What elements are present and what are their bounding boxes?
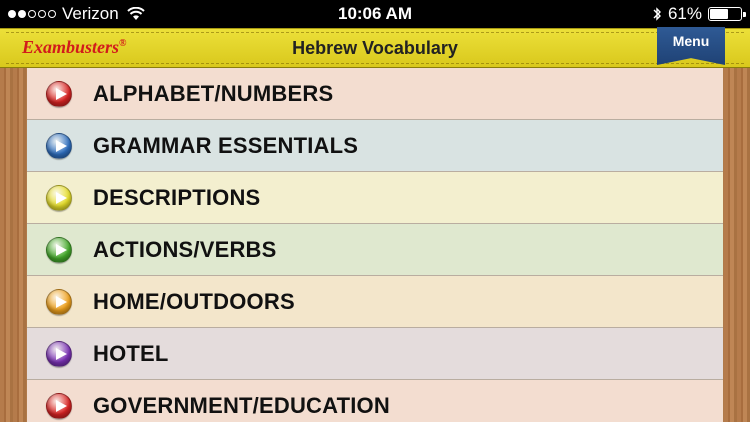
- category-row[interactable]: HOME/OUTDOORS: [27, 276, 723, 328]
- bluetooth-icon: [653, 7, 661, 21]
- category-label: HOME/OUTDOORS: [93, 289, 295, 314]
- play-icon: [46, 237, 72, 263]
- category-list: ALPHABET/NUMBERS GRAMMAR ESSENTIALS DESCRI…: [27, 68, 723, 422]
- menu-button[interactable]: Menu: [657, 27, 725, 65]
- category-label: GOVERNMENT/EDUCATION: [93, 393, 390, 418]
- category-row[interactable]: ACTIONS/VERBS: [27, 224, 723, 276]
- category-row[interactable]: GOVERNMENT/EDUCATION: [27, 380, 723, 422]
- play-icon: [46, 341, 72, 367]
- category-label: DESCRIPTIONS: [93, 185, 261, 210]
- wood-panel-right: [724, 68, 750, 422]
- category-label: ALPHABET/NUMBERS: [93, 81, 334, 106]
- play-icon: [46, 289, 72, 315]
- category-label: GRAMMAR ESSENTIALS: [93, 133, 359, 158]
- category-row[interactable]: HOTEL: [27, 328, 723, 380]
- category-label: ACTIONS/VERBS: [93, 237, 277, 262]
- play-icon: [46, 185, 72, 211]
- category-row[interactable]: ALPHABET/NUMBERS: [27, 68, 723, 120]
- battery-icon: [708, 7, 746, 21]
- play-icon: [46, 393, 72, 419]
- status-right: 61%: [652, 4, 746, 24]
- category-row[interactable]: GRAMMAR ESSENTIALS: [27, 120, 723, 172]
- wood-panel-left: [0, 68, 26, 422]
- status-time: 10:06 AM: [337, 4, 412, 23]
- status-bar: Verizon 10:06 AM 61%: [0, 0, 750, 28]
- battery-percent: 61%: [667, 4, 702, 23]
- page-title: Hebrew Vocabulary: [292, 38, 458, 58]
- category-row[interactable]: DESCRIPTIONS: [27, 172, 723, 224]
- category-label: HOTEL: [93, 341, 169, 366]
- play-icon: [46, 133, 72, 159]
- play-icon: [46, 81, 72, 107]
- header-bar: Exambusters® Hebrew Vocabulary Menu: [0, 27, 750, 68]
